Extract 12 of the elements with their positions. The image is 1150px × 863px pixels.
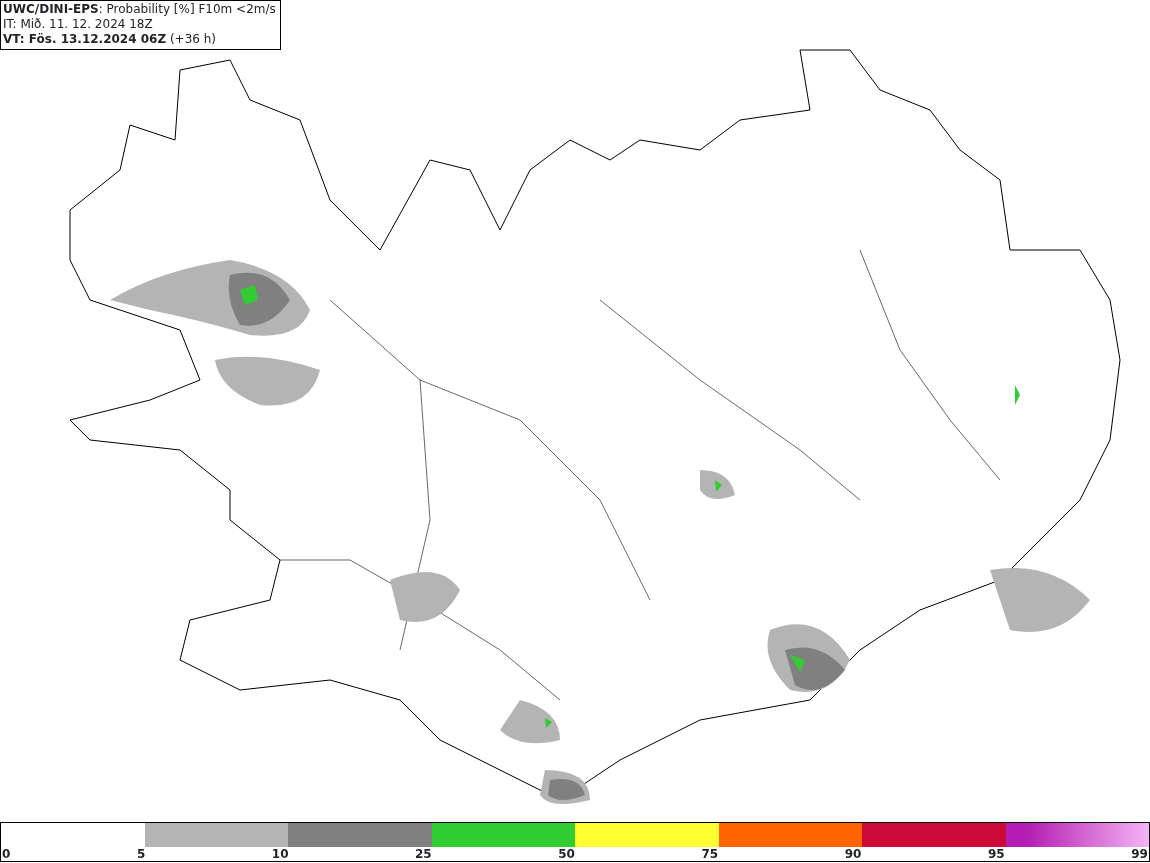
map-title: UWC/DINI-EPS: Probability [%] F10m <2m/s [3,2,276,17]
scale-value-label: 99 [1131,847,1148,861]
scale-value-label: 10 [271,847,289,861]
time-label: VT: Fös. 13.12.2024 06Z (+36 h) [3,32,218,47]
time-label: IT: Mið. 11. 12. 2024 18Z [3,17,154,32]
scale-value-label: 95 [987,847,1005,861]
scale-value-label: 25 [415,847,432,861]
scale-value-label: 5 [136,847,146,861]
scale-value-label: 0 [2,847,11,861]
scale-value-label: 75 [701,847,719,861]
scale-value-label: 90 [844,847,862,861]
scale-value-label: 50 [558,847,575,861]
